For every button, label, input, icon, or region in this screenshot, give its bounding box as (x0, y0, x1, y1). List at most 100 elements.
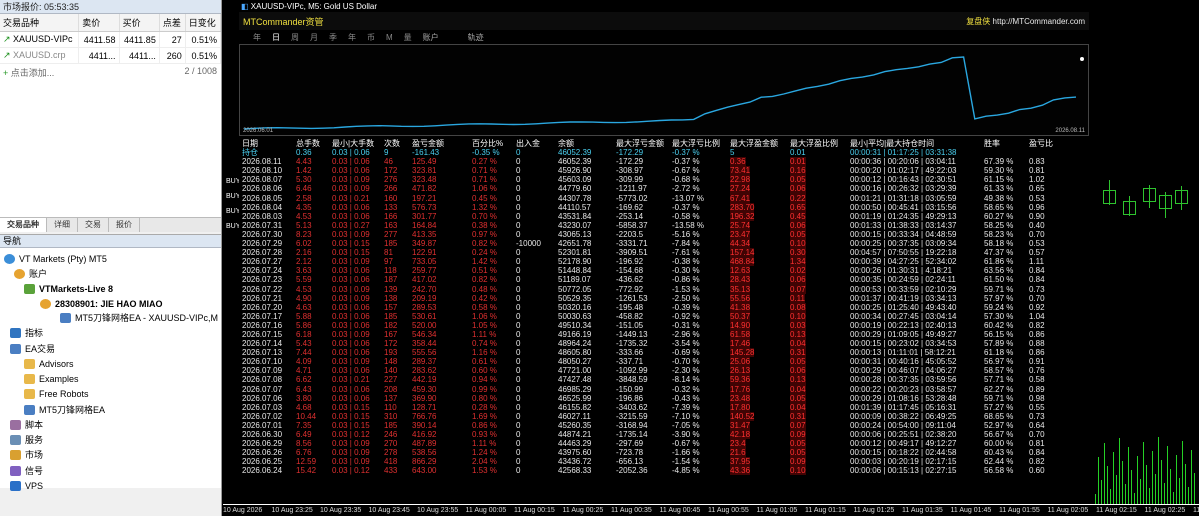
timeframe-8[interactable]: 量 (404, 32, 412, 43)
column-header[interactable]: 日变化 (185, 14, 222, 32)
timeframe-3[interactable]: 月 (310, 32, 318, 43)
cell: 0.03 | 0.06 (332, 202, 370, 212)
add-symbol-row[interactable]: + 点击添加... 2 / 1008 (0, 64, 221, 79)
cell: 44.34 (730, 239, 751, 249)
cell: 55.56 (730, 293, 751, 303)
column-header[interactable]: 卖价 (78, 14, 120, 32)
tab-1[interactable]: 详细 (47, 218, 78, 232)
cell: 27.24 (730, 184, 751, 194)
column-header[interactable]: 点差 (159, 14, 186, 32)
cell: 0.82 (1029, 457, 1045, 467)
nav-item[interactable]: Advisors (24, 357, 74, 371)
symbol-row[interactable]: ↗ XAUUSD.crp 4411... 4411... 260 0.51% (0, 47, 222, 64)
cell: -0.92 % (672, 311, 700, 321)
cell: 0.04 (790, 339, 806, 349)
tab-0[interactable]: 交易品种 (0, 218, 47, 232)
cell: 2026.07.01 (242, 420, 283, 430)
column-header[interactable]: 买价 (119, 14, 160, 32)
cell: 0.03 | 0.06 (332, 302, 370, 312)
timeframe-5[interactable]: 年 (348, 32, 356, 43)
folder-icon (24, 389, 35, 399)
nav-item[interactable]: MT5刀锋网格EA - XAUUSD-VIPc,M (60, 311, 218, 325)
cell: 2026.07.02 (242, 411, 283, 421)
cell: 出入金 (516, 139, 540, 148)
cell: 2026.07.21 (242, 293, 283, 303)
volume-bar (1134, 493, 1135, 504)
cell: 46155.82 (558, 402, 592, 412)
timeframe-9[interactable]: 账户 (423, 32, 439, 43)
timeframe-2[interactable]: 周 (291, 32, 299, 43)
cell: 276 (384, 175, 398, 185)
cell: 最大浮盈比例 (790, 139, 838, 148)
cell: 0.03 | 0.09 (332, 293, 370, 303)
nav-item[interactable]: VTMarkets-Live 8 (24, 282, 113, 296)
nav-item[interactable]: 服务 (10, 433, 43, 447)
cell: 0 (516, 339, 521, 349)
nav-item[interactable]: VT Markets (Pty) MT5 (4, 252, 107, 266)
nav-item[interactable]: 信号 (10, 464, 43, 478)
nav-item[interactable]: EA交易 (10, 342, 55, 356)
time-axis-label: 11 Aug 02:35 (1193, 507, 1199, 514)
cell: 0.65 (1029, 184, 1045, 194)
symbol-change: 0.51% (185, 31, 222, 48)
cell: 4.53 (296, 284, 312, 294)
tab-2[interactable]: 交易 (78, 218, 109, 232)
nav-item[interactable]: 指标 (10, 326, 43, 340)
cell: 0 (516, 302, 521, 312)
cell: 00:00:25 | 00:37:35 | 03:09:34 (850, 239, 957, 249)
cell: 196.32 (730, 211, 755, 221)
cell: 0 (516, 329, 521, 339)
cell: 23.48 (730, 393, 751, 403)
nav-item[interactable]: 28308901: JIE HAO MIAO (40, 297, 163, 311)
nav-item[interactable]: VPS (10, 479, 43, 493)
cell: 最小|平均|最大持仓时间 (850, 139, 935, 148)
cell: 349.87 (412, 239, 437, 249)
cell: 0 (516, 202, 521, 212)
cell: -5.16 % (672, 229, 700, 239)
cell: 2026.06.25 (242, 457, 283, 467)
cell: 持仓 (242, 148, 258, 158)
cell: 5.43 (296, 339, 312, 349)
symbol-name: ↗ XAUUSD.crp (0, 47, 80, 64)
time-axis-label: 11 Aug 01:15 (805, 507, 846, 514)
cell: -0.35 % (472, 148, 500, 158)
volume-bar (1167, 446, 1168, 504)
candle-body (1175, 190, 1188, 204)
nav-item[interactable]: MT5刀锋网格EA (24, 403, 105, 417)
cell: 5.86 (296, 320, 312, 330)
column-header[interactable]: 交易品种 (0, 14, 80, 32)
cell: 0 (516, 211, 521, 221)
timeframe-4[interactable]: 季 (329, 32, 337, 43)
cell: 0.81 (1029, 439, 1045, 449)
cell: 57.71 % (984, 375, 1014, 385)
cell: 26.13 (730, 366, 751, 376)
cell: 0.03 | 0.06 (332, 348, 370, 358)
timeframe-0[interactable]: 年 (253, 32, 261, 43)
nav-item[interactable]: Examples (24, 372, 79, 386)
cell: 17.76 (730, 384, 751, 394)
volume-bar (1116, 475, 1117, 504)
nav-item[interactable]: 市场 (10, 448, 43, 462)
timeframe-7[interactable]: M (386, 33, 393, 42)
chart-window[interactable]: ◧ XAUUSD-VIPc, M5: Gold US Dollar BUY BUY… (223, 0, 1199, 516)
trail-button[interactable]: 轨迹 (468, 32, 484, 43)
nav-item[interactable]: 账户 (14, 267, 47, 281)
nav-item[interactable]: Free Robots (24, 387, 89, 401)
symbol-row[interactable]: ↗ XAUUSD-VIPc 4411.58 4411.85 27 0.51% (0, 31, 222, 48)
timeframe-6[interactable]: 币 (367, 32, 375, 43)
tab-3[interactable]: 报价 (109, 218, 140, 232)
cell: 61.15 % (984, 175, 1014, 185)
cell: 0.65 (790, 202, 806, 212)
cell: 0.03 | 0.06 (332, 275, 370, 285)
nav-item[interactable]: 脚本 (10, 418, 43, 432)
volume-bar (1185, 464, 1186, 504)
candle-body (1143, 188, 1156, 202)
cell: 58.25 % (984, 220, 1014, 230)
cell: 57.89 % (984, 339, 1014, 349)
cell: -0.37 % (672, 157, 700, 167)
table-row: 2026.07.29 6.02 0.03 | 0.15 185 349.87 0.82 %… (239, 239, 1089, 249)
brand-link[interactable]: 复盘侠 http://MTCommander.com (966, 16, 1085, 27)
timeframe-1[interactable]: 日 (272, 32, 280, 43)
nav-item-label: MT5刀锋网格EA (39, 405, 106, 415)
cell: 2026.07.23 (242, 275, 283, 285)
